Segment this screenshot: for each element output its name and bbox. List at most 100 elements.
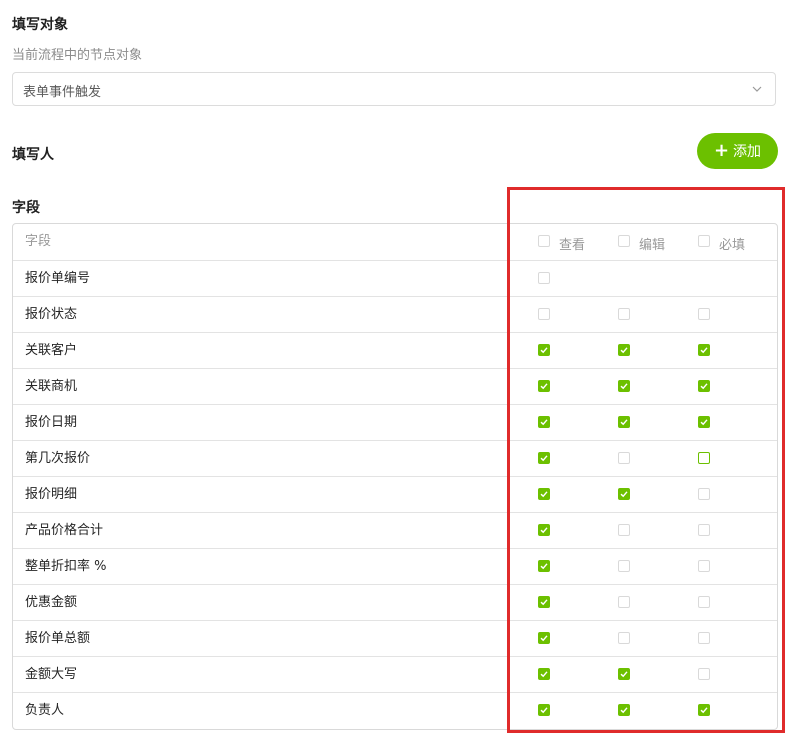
field-name: 产品价格合计: [25, 523, 104, 538]
required-checkbox[interactable]: [698, 416, 710, 428]
field-name: 报价单总额: [25, 631, 91, 646]
view-checkbox[interactable]: [538, 380, 550, 392]
field-name: 整单折扣率 %: [25, 559, 107, 574]
table-row: 负责人: [13, 692, 777, 728]
field-name: 优惠金额: [25, 595, 78, 610]
table-row: 报价日期: [13, 404, 777, 440]
header-edit-checkbox[interactable]: [618, 235, 630, 247]
checkmark-icon: [700, 383, 708, 390]
edit-checkbox[interactable]: [618, 416, 630, 428]
required-checkbox[interactable]: [698, 488, 710, 500]
required-checkbox[interactable]: [698, 452, 710, 464]
view-checkbox[interactable]: [538, 416, 550, 428]
required-checkbox[interactable]: [698, 380, 710, 392]
edit-checkbox[interactable]: [618, 596, 630, 608]
table-row: 关联客户: [13, 332, 777, 368]
checkmark-icon: [540, 707, 548, 714]
target-select[interactable]: 表单事件触发: [12, 72, 776, 106]
required-checkbox[interactable]: [698, 668, 710, 680]
edit-checkbox[interactable]: [618, 452, 630, 464]
checkmark-icon: [540, 455, 548, 462]
checkmark-icon: [540, 563, 548, 570]
checkmark-icon: [540, 635, 548, 642]
view-checkbox[interactable]: [538, 308, 550, 320]
table-row: 报价单总额: [13, 620, 777, 656]
table-header-row: 字段 查看 编辑 必填: [13, 224, 777, 260]
view-checkbox[interactable]: [538, 488, 550, 500]
checkmark-icon: [540, 527, 548, 534]
header-field-label: 字段: [25, 234, 52, 249]
checkmark-icon: [540, 419, 548, 426]
view-checkbox[interactable]: [538, 524, 550, 536]
edit-checkbox[interactable]: [618, 344, 630, 356]
edit-checkbox[interactable]: [618, 524, 630, 536]
table-row: 第几次报价: [13, 440, 777, 476]
table-row: 整单折扣率 %: [13, 548, 777, 584]
edit-checkbox[interactable]: [618, 308, 630, 320]
required-checkbox[interactable]: [698, 308, 710, 320]
required-checkbox[interactable]: [698, 704, 710, 716]
view-checkbox[interactable]: [538, 344, 550, 356]
view-checkbox[interactable]: [538, 596, 550, 608]
field-name: 报价状态: [25, 307, 78, 322]
table-row: 金额大写: [13, 656, 777, 692]
checkmark-icon: [540, 671, 548, 678]
view-checkbox[interactable]: [538, 668, 550, 680]
field-name: 关联商机: [25, 379, 78, 394]
checkmark-icon: [700, 707, 708, 714]
edit-checkbox[interactable]: [618, 668, 630, 680]
view-checkbox[interactable]: [538, 272, 550, 284]
view-checkbox[interactable]: [538, 452, 550, 464]
field-name: 负责人: [25, 703, 65, 718]
required-checkbox[interactable]: [698, 596, 710, 608]
filler-section-title: 填写人: [12, 147, 54, 163]
field-name: 报价明细: [25, 487, 78, 502]
header-view-label: 查看: [559, 238, 586, 253]
required-checkbox[interactable]: [698, 524, 710, 536]
checkmark-icon: [620, 707, 628, 714]
checkmark-icon: [620, 419, 628, 426]
table-row: 报价状态: [13, 296, 777, 332]
view-checkbox[interactable]: [538, 704, 550, 716]
header-required-checkbox[interactable]: [698, 235, 710, 247]
checkmark-icon: [620, 347, 628, 354]
checkmark-icon: [540, 383, 548, 390]
target-select-value: 表单事件触发: [23, 85, 102, 100]
chevron-down-icon: [752, 86, 762, 92]
table-row: 优惠金额: [13, 584, 777, 620]
header-required-label: 必填: [719, 238, 746, 253]
field-name: 金额大写: [25, 667, 78, 682]
required-checkbox[interactable]: [698, 632, 710, 644]
fields-permission-table: 字段 查看 编辑 必填 报价单编号报价状态关联客户关联商机报价日期第几次报价报价…: [12, 223, 778, 730]
checkmark-icon: [620, 383, 628, 390]
table-row: 报价明细: [13, 476, 777, 512]
field-name: 报价日期: [25, 415, 78, 430]
table-row: 报价单编号: [13, 260, 777, 296]
field-name: 报价单编号: [25, 271, 91, 286]
target-section-title: 填写对象: [12, 17, 68, 33]
checkmark-icon: [700, 419, 708, 426]
view-checkbox[interactable]: [538, 560, 550, 572]
edit-checkbox[interactable]: [618, 632, 630, 644]
header-view-checkbox[interactable]: [538, 235, 550, 247]
edit-checkbox[interactable]: [618, 380, 630, 392]
table-row: 产品价格合计: [13, 512, 777, 548]
edit-checkbox[interactable]: [618, 488, 630, 500]
field-name: 关联客户: [25, 343, 78, 358]
edit-checkbox[interactable]: [618, 560, 630, 572]
required-checkbox[interactable]: [698, 560, 710, 572]
header-edit-label: 编辑: [639, 238, 666, 253]
fields-section-title: 字段: [12, 200, 40, 216]
required-checkbox[interactable]: [698, 344, 710, 356]
checkmark-icon: [620, 491, 628, 498]
edit-checkbox[interactable]: [618, 704, 630, 716]
add-button-label: 添加: [733, 144, 762, 160]
field-name: 第几次报价: [25, 451, 91, 466]
add-filler-button[interactable]: + 添加: [697, 133, 778, 169]
view-checkbox[interactable]: [538, 632, 550, 644]
table-row: 关联商机: [13, 368, 777, 404]
checkmark-icon: [540, 491, 548, 498]
checkmark-icon: [620, 671, 628, 678]
plus-icon: +: [713, 140, 730, 161]
checkmark-icon: [540, 599, 548, 606]
